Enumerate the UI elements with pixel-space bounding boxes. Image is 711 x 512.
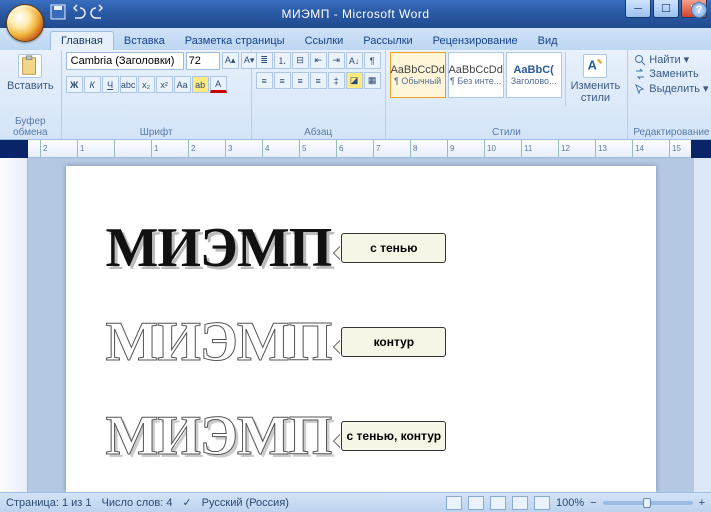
font-color-icon[interactable]: A	[210, 76, 227, 93]
magnify-icon	[634, 54, 646, 66]
linespacing-icon[interactable]: ‡	[328, 72, 345, 89]
help-icon[interactable]: ?	[691, 2, 707, 18]
highlight-icon[interactable]: ab	[192, 76, 209, 93]
find-button[interactable]: Найти ▾	[632, 52, 710, 67]
tab-home[interactable]: Главная	[50, 31, 114, 50]
style-heading[interactable]: AaBbC(Заголово...	[506, 52, 562, 98]
redo-icon[interactable]	[90, 4, 106, 20]
statusbar: Страница: 1 из 1 Число слов: 4 ✓ Русский…	[0, 492, 711, 512]
save-icon[interactable]	[50, 4, 66, 20]
zoom-slider[interactable]	[603, 501, 693, 505]
status-spellcheck-icon[interactable]: ✓	[182, 496, 191, 509]
change-styles-button[interactable]: A Изменить стили	[565, 52, 624, 106]
ribbon: Вставить Буфер обмена A▴ A▾ A̷ Ж К Ч abc…	[0, 50, 711, 140]
grow-font-icon[interactable]: A▴	[222, 52, 239, 69]
sample-shadow: МИЭМП	[106, 216, 332, 280]
ruler-horizontal[interactable]: 211234567891011121314151617	[28, 140, 691, 158]
document-view[interactable]: МИЭМП с тенью МИЭМП контур МИЭМП с тенью…	[28, 158, 693, 492]
paste-label: Вставить	[7, 80, 54, 92]
group-editing-title: Редактирование	[632, 126, 710, 139]
tab-references[interactable]: Ссылки	[295, 32, 354, 50]
group-clipboard-title: Буфер обмена	[4, 115, 57, 139]
dedent-icon[interactable]: ⇤	[310, 52, 327, 69]
window-title: МИЭМП - Microsoft Word	[282, 7, 430, 21]
zoom-out-button[interactable]: −	[590, 497, 596, 509]
indent-icon[interactable]: ⇥	[328, 52, 345, 69]
align-right-icon[interactable]: ≡	[292, 72, 309, 89]
tab-insert[interactable]: Вставка	[114, 32, 175, 50]
status-language[interactable]: Русский (Россия)	[202, 497, 289, 509]
case-icon[interactable]: Aa	[174, 76, 191, 93]
view-web-icon[interactable]	[490, 496, 506, 510]
replace-button[interactable]: Заменить	[632, 67, 710, 81]
group-styles-title: Стили	[390, 126, 624, 139]
workspace: МИЭМП с тенью МИЭМП контур МИЭМП с тенью…	[0, 158, 711, 492]
office-button[interactable]	[6, 4, 44, 42]
bullets-icon[interactable]: ≣	[256, 52, 273, 69]
paste-icon	[18, 54, 42, 78]
status-words[interactable]: Число слов: 4	[102, 497, 173, 509]
quick-access-toolbar	[50, 4, 106, 20]
change-styles-label: Изменить стили	[571, 80, 621, 104]
underline-icon[interactable]: Ч	[102, 76, 119, 93]
tab-mailings[interactable]: Рассылки	[353, 32, 422, 50]
scrollbar-vertical[interactable]	[693, 158, 711, 492]
view-reading-icon[interactable]	[468, 496, 484, 510]
subscript-icon[interactable]: x₂	[138, 76, 155, 93]
zoom-in-button[interactable]: +	[699, 497, 705, 509]
italic-icon[interactable]: К	[84, 76, 101, 93]
tab-pagelayout[interactable]: Разметка страницы	[175, 32, 295, 50]
borders-icon[interactable]: ▦	[364, 72, 381, 89]
select-button[interactable]: Выделить ▾	[632, 81, 710, 96]
align-center-icon[interactable]: ≡	[274, 72, 291, 89]
ribbon-tabs: Главная Вставка Разметка страницы Ссылки…	[0, 28, 711, 50]
group-font-title: Шрифт	[66, 126, 247, 139]
font-size-input[interactable]	[186, 52, 220, 70]
view-draft-icon[interactable]	[534, 496, 550, 510]
sort-icon[interactable]: A↓	[346, 52, 363, 69]
minimize-button[interactable]: ─	[625, 0, 651, 18]
font-name-input[interactable]	[66, 52, 184, 70]
maximize-button[interactable]: ☐	[653, 0, 679, 18]
change-styles-icon: A	[583, 54, 607, 78]
paste-button[interactable]: Вставить	[4, 52, 57, 94]
undo-icon[interactable]	[70, 4, 86, 20]
page: МИЭМП с тенью МИЭМП контур МИЭМП с тенью…	[66, 166, 656, 492]
sample-outline: МИЭМП	[106, 310, 332, 374]
styles-gallery[interactable]: AaBbCcDd¶ Обычный AaBbCcDd¶ Без инте... …	[390, 52, 562, 98]
zoom-thumb[interactable]	[643, 498, 651, 508]
sample-both: МИЭМП	[106, 404, 332, 468]
justify-icon[interactable]: ≡	[310, 72, 327, 89]
view-outline-icon[interactable]	[512, 496, 528, 510]
superscript-icon[interactable]: x²	[156, 76, 173, 93]
zoom-value[interactable]: 100%	[556, 497, 584, 509]
align-left-icon[interactable]: ≡	[256, 72, 273, 89]
tab-review[interactable]: Рецензирование	[423, 32, 528, 50]
callout-both[interactable]: с тенью, контур	[341, 421, 446, 451]
style-nospacing[interactable]: AaBbCcDd¶ Без инте...	[448, 52, 504, 98]
multilevel-icon[interactable]: ⊟	[292, 52, 309, 69]
numbering-icon[interactable]: ⒈	[274, 52, 291, 69]
status-page[interactable]: Страница: 1 из 1	[6, 497, 92, 509]
replace-icon	[634, 68, 646, 80]
ruler-vertical[interactable]	[0, 158, 28, 492]
callout-outline[interactable]: контур	[341, 327, 446, 357]
svg-text:A: A	[588, 58, 597, 73]
shading-icon[interactable]: ◪	[346, 72, 363, 89]
bold-icon[interactable]: Ж	[66, 76, 83, 93]
callout-shadow[interactable]: с тенью	[341, 233, 446, 263]
titlebar: МИЭМП - Microsoft Word ─ ☐ ✕	[0, 0, 711, 28]
cursor-icon	[634, 83, 646, 95]
group-paragraph-title: Абзац	[256, 126, 381, 139]
tab-view[interactable]: Вид	[528, 32, 568, 50]
style-normal[interactable]: AaBbCcDd¶ Обычный	[390, 52, 446, 98]
pilcrow-icon[interactable]: ¶	[364, 52, 381, 69]
view-print-icon[interactable]	[446, 496, 462, 510]
strike-icon[interactable]: abc	[120, 76, 137, 93]
